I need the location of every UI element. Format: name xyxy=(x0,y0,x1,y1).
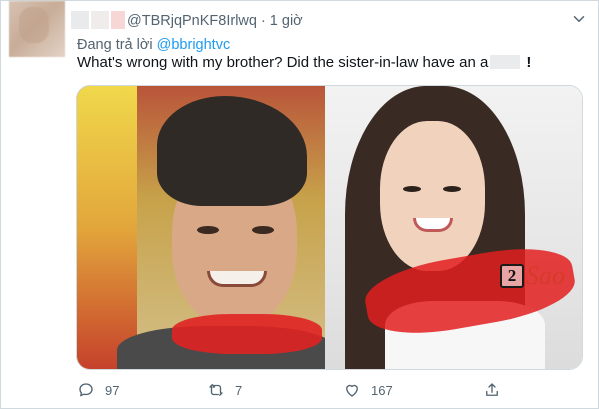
tweet-card[interactable]: @TBRjqPnKF8Irlwq · 1 giờ Đang trả lời @b… xyxy=(0,0,599,409)
redacted-name-block xyxy=(111,11,125,29)
share-icon xyxy=(486,383,498,396)
tweet-text-body: What's wrong with my brother? Did the si… xyxy=(77,54,489,71)
eye xyxy=(197,226,219,234)
tweet-text: What's wrong with my brother? Did the si… xyxy=(77,53,531,73)
redacted-name-block xyxy=(71,11,89,29)
tweet-timestamp[interactable]: 1 giờ xyxy=(270,13,303,29)
reply-button[interactable]: 97 xyxy=(77,375,119,405)
retweet-count: 7 xyxy=(235,382,243,398)
retweet-icon xyxy=(209,384,223,396)
media-photo-right[interactable]: 2 Sao xyxy=(325,86,582,369)
separator-dot: · xyxy=(260,13,266,29)
tweet-header: @TBRjqPnKF8Irlwq · 1 giờ xyxy=(127,13,303,29)
red-scarf xyxy=(172,314,322,354)
replying-to: Đang trả lời @bbrightvc xyxy=(77,37,230,53)
like-button[interactable]: 167 xyxy=(343,375,393,405)
woman-face xyxy=(380,121,486,271)
reply-mention-link[interactable]: @bbrightvc xyxy=(157,37,231,53)
man-hair xyxy=(157,96,307,206)
more-options-button[interactable] xyxy=(569,9,589,29)
retweet-button[interactable]: 7 xyxy=(207,375,242,405)
redacted-name-block xyxy=(91,11,109,29)
tweet-media[interactable]: 2 Sao xyxy=(76,85,583,370)
tweet-actions: 97 7 167 xyxy=(77,375,498,405)
eye xyxy=(403,186,422,192)
reply-icon xyxy=(79,383,93,397)
user-handle[interactable]: @TBRjqPnKF8Irlwq xyxy=(127,13,257,29)
background-banner xyxy=(77,86,137,369)
like-count: 167 xyxy=(371,382,393,398)
watermark-text: Sao xyxy=(526,261,566,290)
watermark-number: 2 xyxy=(500,264,525,288)
heart-icon xyxy=(346,384,358,397)
avatar[interactable] xyxy=(9,1,65,57)
reply-prefix: Đang trả lời xyxy=(77,37,153,53)
smile xyxy=(207,271,267,287)
eye xyxy=(252,226,274,234)
reply-count: 97 xyxy=(105,382,120,398)
redacted-word xyxy=(490,55,521,69)
tweet-text-end: ! xyxy=(526,54,532,71)
eye xyxy=(443,186,462,192)
share-button[interactable] xyxy=(483,375,501,405)
media-photo-left[interactable] xyxy=(77,86,326,369)
chevron-down-icon xyxy=(573,16,585,22)
watermark-logo: 2 Sao xyxy=(500,261,565,291)
